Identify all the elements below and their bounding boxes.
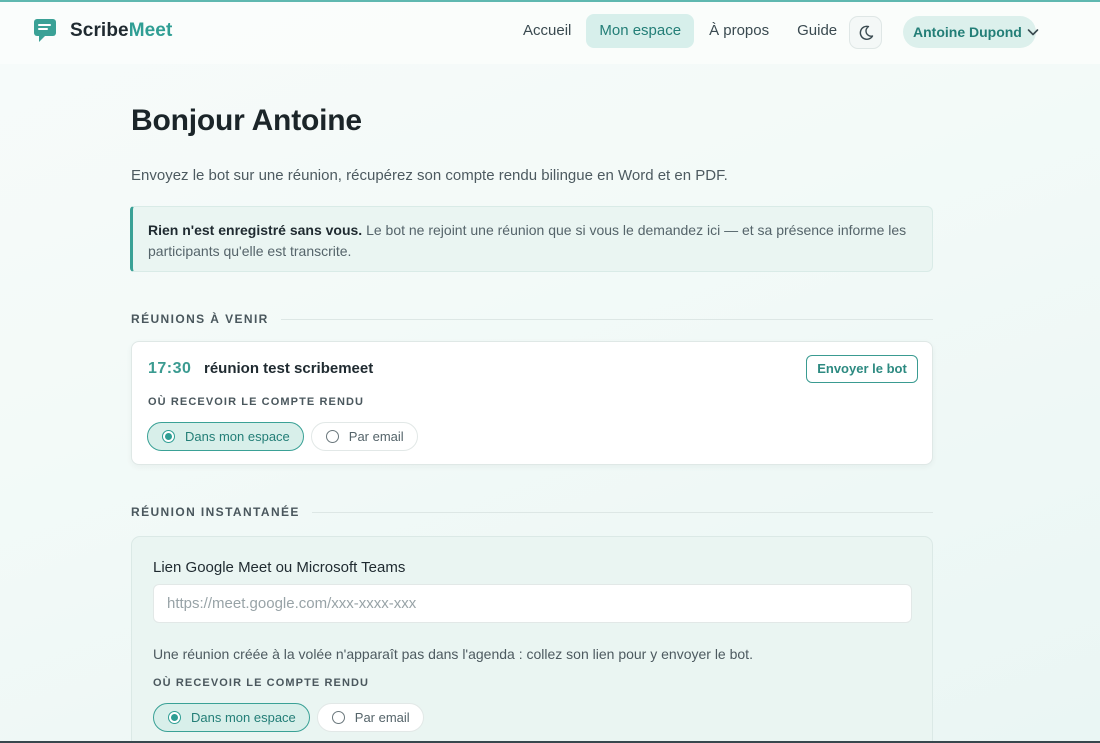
section-title-instant: RÉUNION INSTANTANÉE: [131, 505, 300, 519]
meeting-link-input[interactable]: [153, 584, 912, 623]
top-navigation-bar: ScribeMeet Accueil Mon espace À propos G…: [0, 2, 1100, 64]
nav-mon-espace[interactable]: Mon espace: [586, 14, 695, 48]
radio-par-email[interactable]: Par email: [310, 422, 418, 451]
meeting-title: réunion test scribemeet: [204, 360, 374, 377]
theme-toggle-button[interactable]: [849, 16, 882, 49]
brand-name-part1: Scribe: [70, 20, 129, 41]
section-title-upcoming: RÉUNIONS À VENIR: [131, 312, 269, 326]
radio-label: Par email: [354, 710, 410, 725]
page-subtitle: Envoyez le bot sur une réunion, récupére…: [131, 167, 728, 184]
radio-label: Dans mon espace: [185, 429, 290, 444]
notice-strong: Rien n'est enregistré sans vous.: [148, 222, 363, 238]
user-name: Antoine Dupond: [913, 24, 1022, 40]
radio-selected-icon: [168, 711, 181, 724]
radio-dans-mon-espace[interactable]: Dans mon espace: [147, 422, 304, 451]
delivery-radio-group: Dans mon espace Par email: [153, 703, 424, 732]
radio-par-email[interactable]: Par email: [316, 703, 424, 732]
radio-dans-mon-espace[interactable]: Dans mon espace: [153, 703, 310, 732]
instant-help-text: Une réunion créée à la volée n'apparaît …: [153, 646, 753, 662]
nav-accueil[interactable]: Accueil: [510, 14, 584, 48]
radio-label: Dans mon espace: [191, 710, 296, 725]
moon-icon: [859, 25, 873, 40]
privacy-notice: Rien n'est enregistré sans vous. Le bot …: [130, 206, 933, 272]
chevron-down-icon[interactable]: [1026, 25, 1040, 39]
delivery-radio-group: Dans mon espace Par email: [147, 422, 418, 451]
delivery-label: OÙ RECEVOIR LE COMPTE RENDU: [153, 677, 370, 689]
chat-bubble-icon: [34, 19, 56, 42]
meeting-link-label: Lien Google Meet ou Microsoft Teams: [153, 559, 406, 576]
page-title: Bonjour Antoine: [131, 104, 362, 137]
radio-label: Par email: [348, 429, 404, 444]
user-menu-button[interactable]: Antoine Dupond: [903, 16, 1036, 48]
delivery-label: OÙ RECEVOIR LE COMPTE RENDU: [148, 396, 365, 408]
section-upcoming-meetings: RÉUNIONS À VENIR: [131, 312, 933, 326]
section-divider: [311, 511, 933, 513]
nav-guide[interactable]: Guide: [784, 14, 850, 48]
meeting-card: 17:30 réunion test scribemeet Envoyer le…: [131, 341, 933, 465]
nav-a-propos[interactable]: À propos: [696, 14, 782, 48]
section-divider: [280, 318, 933, 320]
send-bot-button[interactable]: Envoyer le bot: [806, 355, 918, 383]
radio-unselected-icon: [331, 711, 345, 724]
brand-name-part2: Meet: [128, 20, 173, 41]
radio-unselected-icon: [325, 430, 339, 443]
radio-selected-icon: [162, 430, 175, 443]
meeting-time: 17:30: [148, 360, 192, 377]
main-nav: Accueil Mon espace À propos Guide: [510, 14, 850, 48]
brand-name: ScribeMeet: [70, 20, 172, 42]
instant-meeting-panel: Lien Google Meet ou Microsoft Teams Une …: [131, 536, 933, 743]
section-instant-meeting: RÉUNION INSTANTANÉE: [131, 505, 933, 519]
brand-logo[interactable]: ScribeMeet: [33, 17, 172, 45]
